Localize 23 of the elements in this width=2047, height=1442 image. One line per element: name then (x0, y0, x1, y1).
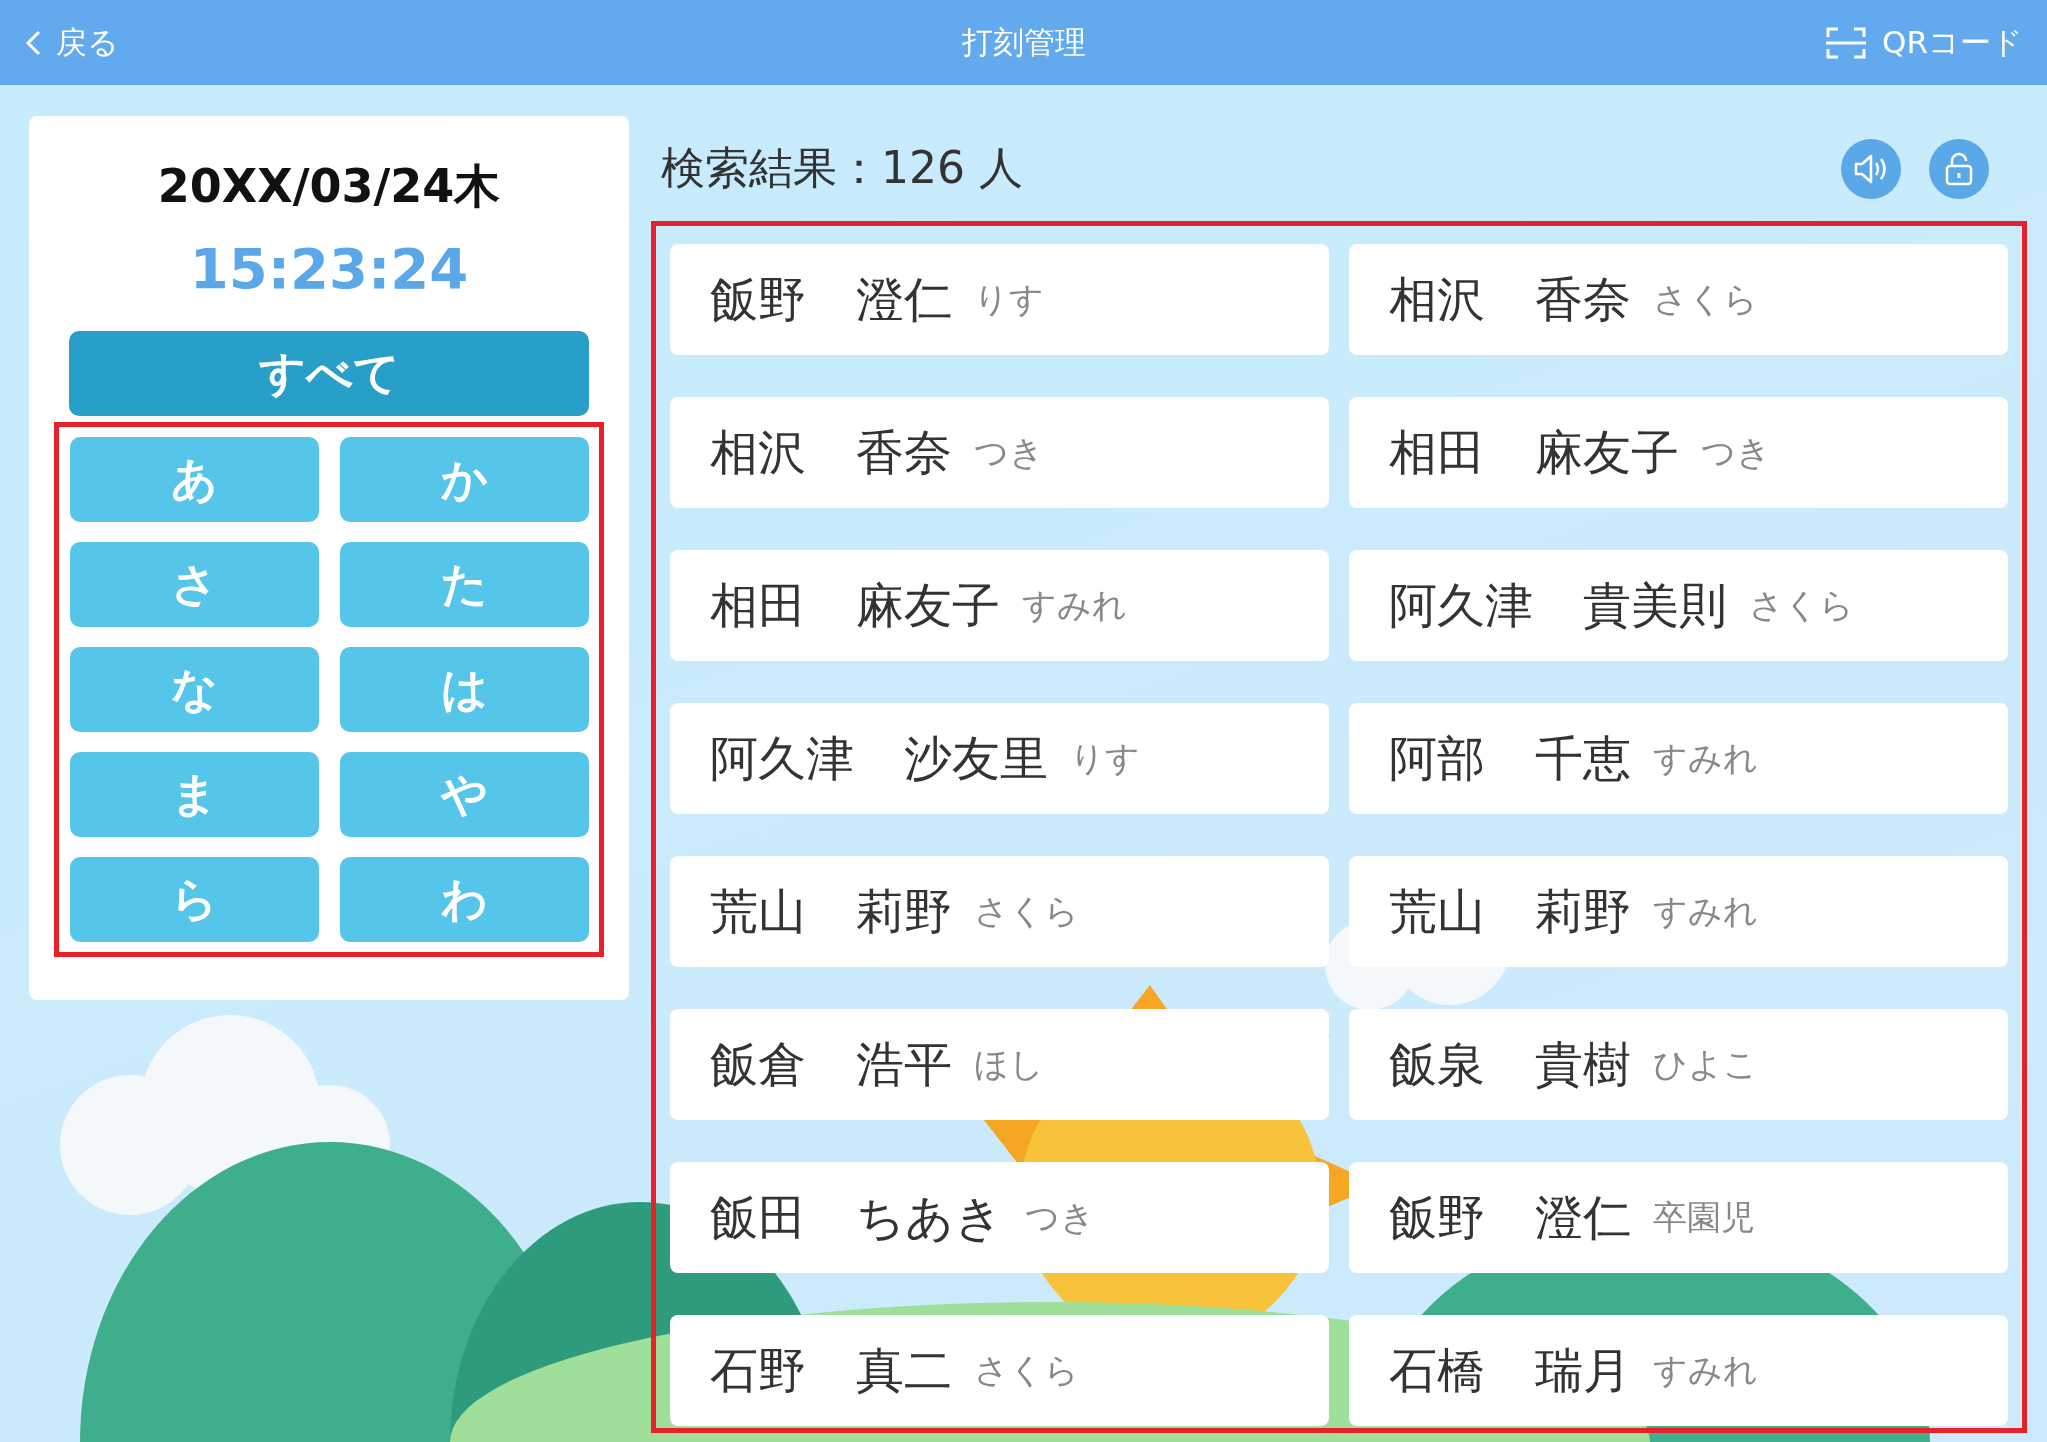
person-card[interactable]: 飯野 澄仁 卒園児 (1349, 1162, 2008, 1273)
person-card[interactable]: 石橋 瑞月 すみれ (1349, 1315, 2008, 1426)
person-card[interactable]: 阿久津 沙友里 りす (670, 703, 1329, 814)
person-card[interactable]: 阿部 千恵 すみれ (1349, 703, 2008, 814)
person-card[interactable]: 相沢 香奈 つき (670, 397, 1329, 508)
speaker-icon (1853, 152, 1889, 185)
person-card[interactable]: 飯田 ちあき つき (670, 1162, 1329, 1273)
screen-title: 打刻管理 (961, 22, 1086, 62)
person-card[interactable]: 相田 麻友子 すみれ (670, 550, 1329, 661)
chevron-left-icon (24, 28, 42, 57)
person-card[interactable]: 阿久津 貴美則 さくら (1349, 550, 2008, 661)
result-count: 検索結果：126 人 (661, 141, 1023, 195)
time-text: 15:23:24 (189, 236, 469, 301)
person-card[interactable]: 石野 真二 さくら (670, 1315, 1329, 1426)
person-card[interactable]: 相田 麻友子 つき (1349, 397, 2008, 508)
person-card[interactable]: 相沢 香奈 さくら (1349, 244, 2008, 355)
date-text: 20XX/03/24木 (157, 158, 501, 215)
person-card[interactable]: 荒山 莉野 さくら (670, 856, 1329, 967)
person-card[interactable]: 飯野 澄仁 りす (670, 244, 1329, 355)
person-card[interactable]: 荒山 莉野 すみれ (1349, 856, 2008, 967)
person-card[interactable]: 飯倉 浩平 ほし (670, 1009, 1329, 1120)
person-card[interactable]: 飯泉 貴樹 ひよこ (1349, 1009, 2008, 1120)
lock-icon (1944, 151, 1974, 186)
